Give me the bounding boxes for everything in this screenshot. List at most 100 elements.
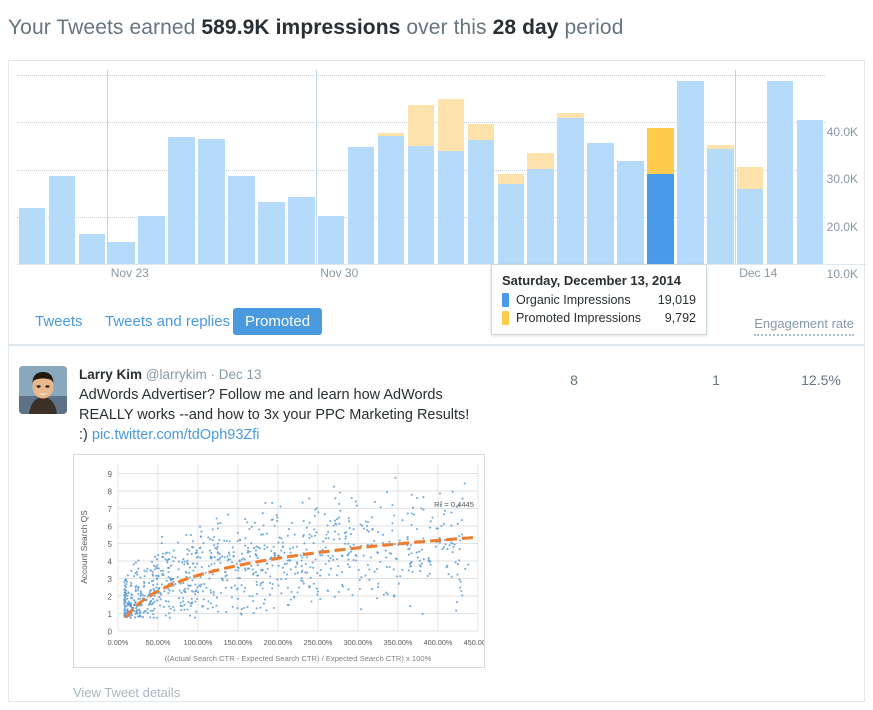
x-axis-date-label: Dec 14 (739, 266, 778, 280)
bar-segment-organic (617, 160, 644, 264)
tooltip-row-promoted: Promoted Impressions 9,792 (502, 309, 696, 327)
avatar[interactable] (19, 366, 67, 414)
tweet-date[interactable]: Dec 13 (219, 367, 262, 382)
headline-impressions: 589.9K impressions (201, 16, 401, 39)
chart-bar[interactable] (198, 61, 225, 264)
engagements-metric: 1 (712, 372, 720, 388)
chart-bar[interactable] (647, 61, 674, 264)
y-axis-tick-label: 20.0K (826, 219, 858, 234)
view-tweet-details-link[interactable]: View Tweet details (73, 685, 180, 700)
bar-segment-organic (407, 145, 435, 264)
chart-bar[interactable] (527, 61, 554, 264)
svg-text:2: 2 (108, 593, 113, 602)
organic-swatch-icon (502, 293, 509, 307)
chart-bar[interactable] (677, 61, 704, 264)
tweet-text-line1: AdWords Advertiser? Follow me and learn … (79, 387, 443, 403)
bar-segment-promoted (736, 166, 764, 190)
bar-segment-promoted (437, 98, 465, 151)
chart-bar[interactable] (258, 61, 285, 264)
svg-text:R² = 0.4445: R² = 0.4445 (434, 500, 474, 509)
tooltip-promoted-value: 9,792 (664, 311, 696, 325)
tab-promoted[interactable]: Promoted (233, 308, 323, 335)
svg-text:50.00%: 50.00% (146, 638, 171, 647)
chart-bar[interactable] (467, 61, 495, 264)
bar-segment-organic (706, 148, 734, 264)
tweet-author-handle[interactable]: @larrykim (146, 367, 207, 382)
tooltip-row-organic: Organic Impressions 19,019 (502, 291, 696, 309)
svg-text:3: 3 (108, 575, 113, 584)
bar-segment-organic (198, 139, 225, 264)
chart-bar[interactable] (347, 61, 375, 264)
chart-baseline (17, 264, 867, 265)
svg-text:9: 9 (108, 470, 113, 479)
chart-bar[interactable] (736, 61, 764, 264)
impressions-chart-plot[interactable] (9, 61, 825, 264)
bar-segment-promoted (377, 132, 405, 136)
chart-bar[interactable] (706, 61, 734, 264)
chart-bar[interactable] (48, 61, 76, 264)
impressions-chart-card: 10.0K 20.0K 30.0K 40.0K (8, 60, 867, 282)
tweet-text-line2: REALLY works --and how to 3x your PPC Ma… (79, 407, 413, 423)
svg-text:100.00%: 100.00% (184, 638, 213, 647)
chart-bar[interactable] (18, 61, 46, 264)
chart-bar[interactable] (317, 61, 345, 264)
chart-bar[interactable] (168, 61, 195, 264)
chart-bar[interactable] (766, 61, 794, 264)
bar-segment-promoted (407, 105, 435, 146)
chart-bar[interactable] (557, 61, 584, 264)
chart-bar[interactable] (796, 61, 824, 264)
bar-segment-promoted (706, 145, 734, 149)
tweet-header: Larry Kim @larrykim · Dec 13 (79, 367, 262, 382)
chart-bar[interactable] (138, 61, 165, 264)
chart-bar[interactable] (228, 61, 255, 264)
svg-text:200.00%: 200.00% (264, 638, 293, 647)
bar-segment-organic (18, 208, 46, 264)
bar-segment-organic (497, 183, 525, 264)
bar-segment-organic (766, 81, 794, 264)
bar-segment-organic (317, 216, 345, 264)
tab-tweets[interactable]: Tweets (23, 308, 95, 335)
chart-bar[interactable] (108, 61, 135, 264)
bar-segment-organic (377, 135, 405, 264)
chart-bar[interactable] (78, 61, 106, 264)
tweet-text: AdWords Advertiser? Follow me and learn … (79, 385, 474, 445)
bar-segment-organic (347, 146, 375, 264)
tooltip-date: Saturday, December 13, 2014 (502, 273, 681, 288)
chart-bar[interactable] (587, 61, 614, 264)
bar-segment-organic (527, 168, 554, 264)
chart-bar[interactable] (288, 61, 315, 264)
bar-segment-organic (557, 117, 584, 264)
bar-segment-organic (736, 189, 764, 264)
tooltip-organic-label: Organic Impressions (516, 293, 631, 307)
chart-bar[interactable] (437, 61, 465, 264)
svg-text:300.00%: 300.00% (344, 638, 373, 647)
impressions-metric: 8 (570, 372, 578, 388)
bar-segment-organic (78, 234, 106, 264)
bar-segment-organic (288, 197, 315, 264)
bar-segment-promoted (557, 112, 584, 118)
tweet-embedded-image[interactable]: 0 1 2 3 4 5 6 7 8 9 0.00% 50.00% 100.00% 150.00% 200.0… (73, 454, 485, 668)
chart-bar[interactable] (377, 61, 405, 264)
tweet-author-name[interactable]: Larry Kim (79, 367, 142, 382)
svg-text:350.00%: 350.00% (384, 638, 413, 647)
tooltip-promoted-label: Promoted Impressions (516, 311, 642, 325)
tweet-media-link[interactable]: pic.twitter.com/tdOph93Zfi (92, 427, 260, 443)
tab-tweets-and-replies[interactable]: Tweets and replies (93, 308, 242, 335)
bar-segment-promoted (647, 128, 674, 175)
x-axis-date-label: Nov 23 (110, 266, 149, 280)
bar-segment-organic (168, 136, 195, 264)
bar-segment-organic (437, 150, 465, 264)
chart-bar[interactable] (497, 61, 525, 264)
chart-bar[interactable] (407, 61, 435, 264)
page-title: Your Tweets earned 589.9K impressions ov… (8, 16, 624, 40)
tooltip-organic-value: 19,019 (657, 293, 696, 307)
headline-suffix: period (558, 16, 624, 39)
chart-bar[interactable] (617, 61, 644, 264)
bar-segment-organic (677, 80, 704, 264)
tabs-divider (9, 344, 864, 345)
headline-prefix: Your Tweets earned (8, 16, 202, 39)
y-axis-tick-label: 40.0K (826, 125, 858, 140)
bar-segment-organic (796, 120, 824, 264)
engagement-rate-header[interactable]: Engagement rate (754, 316, 854, 336)
x-axis-date-label: Nov 30 (320, 266, 359, 280)
